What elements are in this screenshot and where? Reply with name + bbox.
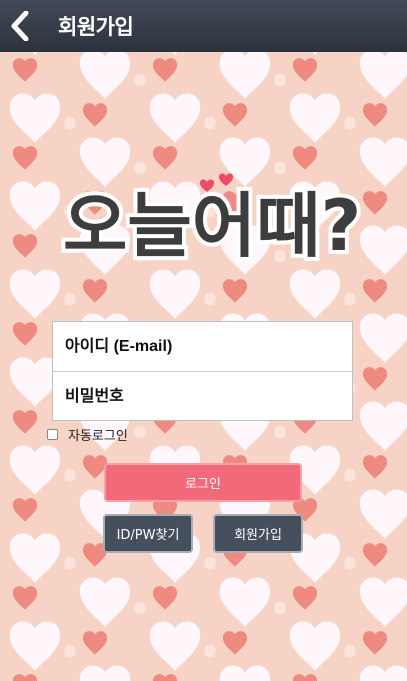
password-input[interactable] xyxy=(53,372,352,421)
background-heart-icon xyxy=(359,401,407,451)
background-heart-icon xyxy=(82,103,108,127)
background-dot xyxy=(204,557,216,569)
background-heart-icon xyxy=(9,181,61,231)
find-id-pw-button[interactable]: ID/PW찾기 xyxy=(103,514,193,553)
background-heart-icon xyxy=(149,269,201,319)
background-heart-icon xyxy=(79,577,131,627)
background-heart-icon xyxy=(292,58,318,82)
auto-login-checkbox[interactable] xyxy=(47,429,58,440)
background-heart-icon xyxy=(362,455,388,479)
background-heart-icon xyxy=(362,279,388,303)
background-heart-icon xyxy=(12,322,38,346)
background-dot xyxy=(344,645,356,657)
background-heart-icon xyxy=(152,146,178,170)
background-heart-icon xyxy=(9,621,61,671)
top-bar: 회원가입 xyxy=(0,0,407,52)
background-dot xyxy=(274,602,286,614)
app-logo: 오늘어때? 오늘어때? xyxy=(59,173,365,271)
background-heart-icon xyxy=(149,93,201,143)
background-dot xyxy=(64,117,76,129)
background-heart-icon xyxy=(9,269,61,319)
page-title: 회원가입 xyxy=(58,15,134,39)
background-dot xyxy=(134,426,146,438)
background-dot xyxy=(64,645,76,657)
background-heart-icon xyxy=(12,498,38,522)
background-heart-icon xyxy=(82,279,108,303)
background-heart-icon xyxy=(219,49,271,100)
signup-button[interactable]: 회원가입 xyxy=(213,514,303,553)
background-heart-icon xyxy=(79,49,131,100)
background-heart-icon xyxy=(219,665,271,681)
background-heart-icon xyxy=(222,103,248,127)
background-dot xyxy=(64,293,76,305)
background-heart-icon xyxy=(292,674,318,681)
background-heart-icon xyxy=(12,586,38,610)
background-dot xyxy=(204,645,216,657)
background-heart-icon xyxy=(149,621,201,671)
auto-login-option[interactable]: 자동로그인 xyxy=(47,425,128,444)
background-heart-icon xyxy=(359,665,407,681)
background-heart-icon xyxy=(82,631,108,655)
background-heart-icon xyxy=(359,137,407,187)
background-dot xyxy=(134,74,146,86)
auto-login-label: 자동로그인 xyxy=(68,429,128,444)
background-heart-icon xyxy=(219,577,271,627)
background-heart-icon xyxy=(362,631,388,655)
background-heart-icon xyxy=(359,489,407,539)
background-dot xyxy=(204,117,216,129)
background-dot xyxy=(344,293,356,305)
background-heart-icon xyxy=(222,279,248,303)
background-dot xyxy=(274,426,286,438)
background-dot xyxy=(134,602,146,614)
background-dot xyxy=(344,469,356,481)
background-heart-icon xyxy=(152,586,178,610)
background-dot xyxy=(344,557,356,569)
background-heart-icon xyxy=(9,445,61,495)
background-dot xyxy=(274,74,286,86)
chevron-left-icon xyxy=(11,11,29,41)
background-heart-icon xyxy=(359,577,407,627)
background-heart-icon xyxy=(359,313,407,363)
background-heart-icon xyxy=(152,674,178,681)
background-heart-icon xyxy=(12,410,38,434)
background-heart-icon xyxy=(12,234,38,258)
back-button[interactable] xyxy=(0,0,40,52)
background-dot xyxy=(204,293,216,305)
background-heart-icon xyxy=(289,621,341,671)
background-heart-icon xyxy=(289,93,341,143)
background-heart-icon xyxy=(79,665,131,681)
background-heart-icon xyxy=(362,367,388,391)
background-heart-icon xyxy=(12,674,38,681)
background-heart-icon xyxy=(9,93,61,143)
background-heart-icon xyxy=(359,49,407,100)
background-heart-icon xyxy=(152,58,178,82)
background-heart-icon xyxy=(292,586,318,610)
background-dot xyxy=(64,557,76,569)
background-heart-icon xyxy=(362,543,388,567)
background-heart-icon xyxy=(12,58,38,82)
id-input[interactable] xyxy=(53,322,352,371)
background-heart-icon xyxy=(9,533,61,583)
login-form xyxy=(52,321,353,421)
logo-text: 오늘어때? xyxy=(63,185,361,267)
background-dot xyxy=(344,117,356,129)
background-heart-icon xyxy=(362,103,388,127)
background-heart-icon xyxy=(222,631,248,655)
background-heart-icon xyxy=(12,146,38,170)
background-heart-icon xyxy=(292,146,318,170)
background-dot xyxy=(64,469,76,481)
login-button[interactable]: 로그인 xyxy=(104,463,302,502)
background-heart-icon xyxy=(359,225,407,275)
background-heart-icon xyxy=(362,191,388,215)
background-heart-icon xyxy=(289,269,341,319)
